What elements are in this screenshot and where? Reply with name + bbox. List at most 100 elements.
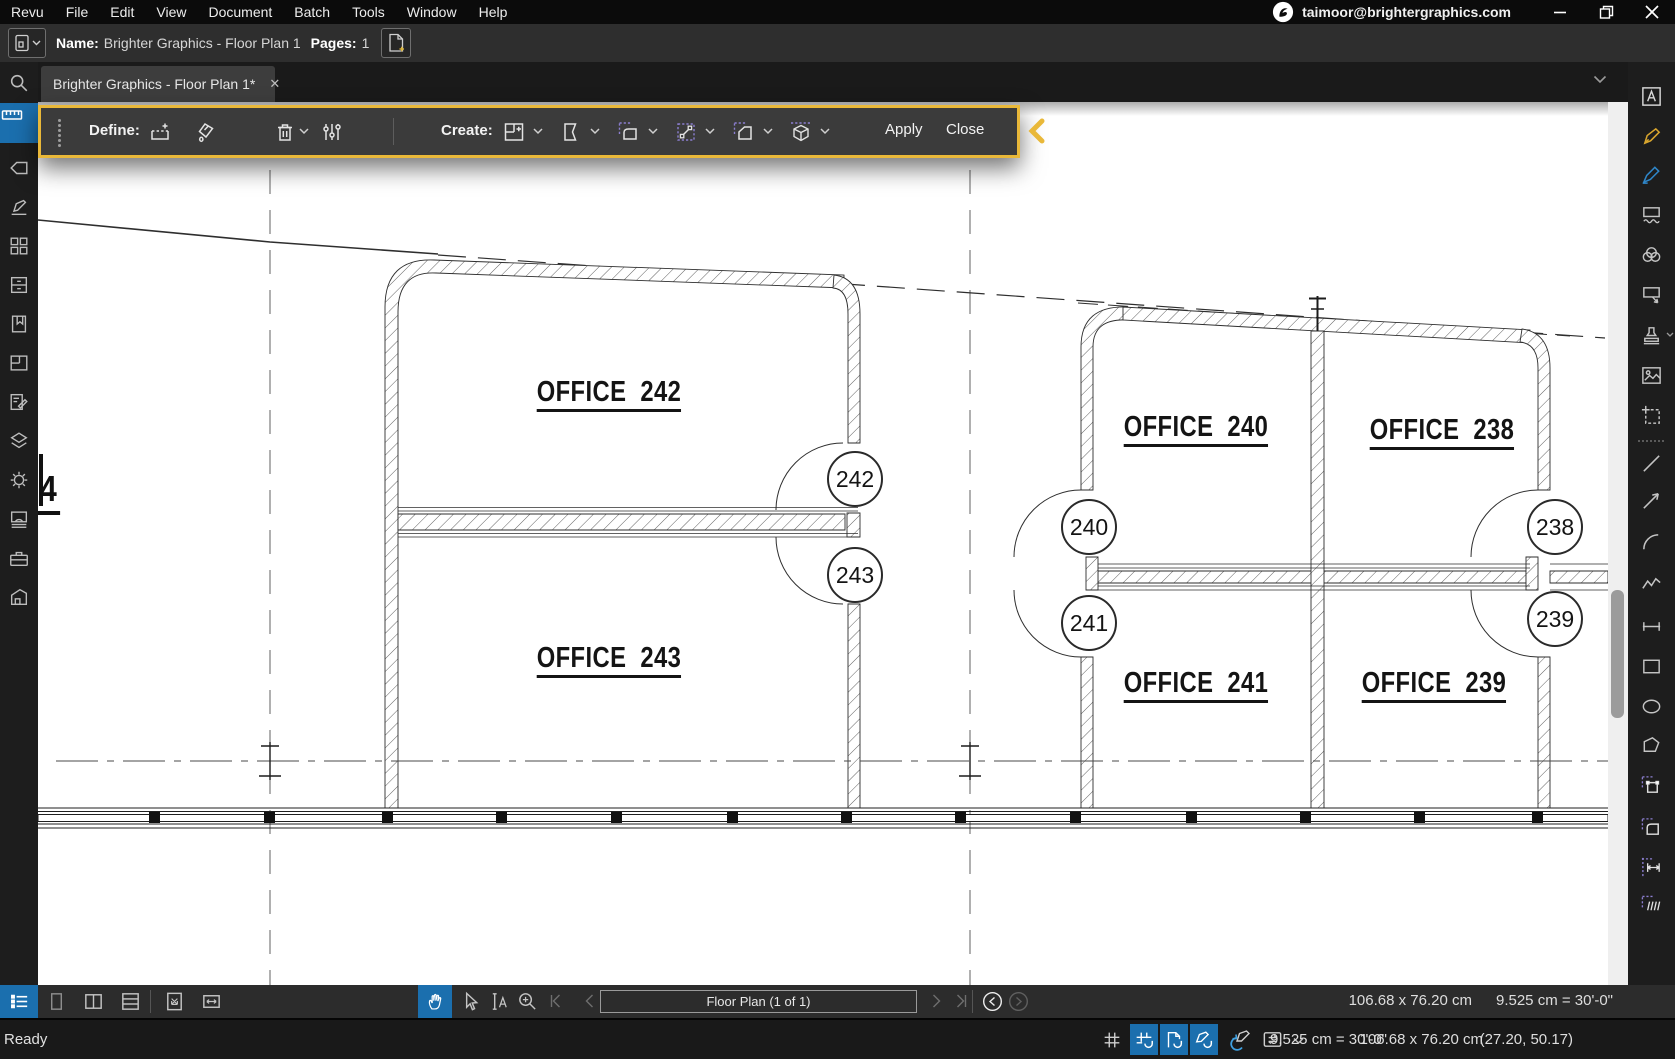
- signature-pen-icon[interactable]: [8, 196, 30, 218]
- create-area-button[interactable]: [614, 118, 644, 146]
- zoom-tool-icon[interactable]: [516, 990, 539, 1013]
- next-view-icon[interactable]: [1008, 991, 1029, 1012]
- toolbox-icon[interactable]: [8, 547, 30, 569]
- first-page-icon[interactable]: [548, 993, 564, 1009]
- tab-close-icon[interactable]: ✕: [269, 76, 280, 92]
- close-button[interactable]: [1629, 0, 1675, 24]
- document-menu-button[interactable]: [8, 28, 46, 58]
- page-indicator[interactable]: Floor Plan (1 of 1): [600, 990, 917, 1013]
- fit-width-icon[interactable]: [200, 990, 223, 1013]
- line-tool-icon[interactable]: [1640, 452, 1663, 475]
- markup-list-toggle[interactable]: [0, 985, 38, 1018]
- single-page-view-icon[interactable]: [45, 990, 68, 1013]
- vertical-scrollbar[interactable]: [1608, 102, 1628, 985]
- search-icon[interactable]: [8, 72, 30, 94]
- ellipse-tool-icon[interactable]: [1640, 695, 1663, 718]
- pen-tool-icon[interactable]: [1640, 125, 1663, 148]
- bookmarks-icon[interactable]: [8, 313, 30, 335]
- minimize-button[interactable]: [1537, 0, 1583, 24]
- polygon-tool-icon[interactable]: [1640, 734, 1663, 757]
- area-measure-icon[interactable]: [1640, 816, 1663, 839]
- pan-tool-active[interactable]: [418, 985, 452, 1018]
- settings-gear-icon[interactable]: [8, 469, 30, 491]
- filter-settings-button[interactable]: [317, 118, 347, 146]
- create-area-cutout-button[interactable]: [729, 118, 759, 146]
- arc-tool-icon[interactable]: [1640, 531, 1663, 554]
- apply-button[interactable]: Apply: [885, 121, 923, 138]
- snap-to-grid-toggle[interactable]: [1130, 1024, 1158, 1055]
- create-dynamic-fill-chevron-icon[interactable]: [705, 128, 715, 135]
- last-page-icon[interactable]: [953, 993, 969, 1009]
- next-page-icon[interactable]: [928, 993, 944, 1009]
- file-access-icon[interactable]: [8, 274, 30, 296]
- tab-floor-plan[interactable]: Brighter Graphics - Floor Plan 1* ✕: [41, 66, 275, 102]
- side-by-side-view-icon[interactable]: [82, 990, 105, 1013]
- thumbnails-icon[interactable]: [8, 235, 30, 257]
- highlighter-tool-icon[interactable]: [1640, 163, 1663, 186]
- polyline-tool-icon[interactable]: [1640, 573, 1663, 596]
- select-text-tool-icon[interactable]: [488, 990, 511, 1013]
- menu-document[interactable]: Document: [197, 4, 283, 20]
- create-polygon-chevron-icon[interactable]: [590, 128, 600, 135]
- rectangle-tool-icon[interactable]: [1640, 655, 1663, 678]
- measurements-panel-active[interactable]: [0, 103, 38, 143]
- cloud-tool-icon[interactable]: [1640, 244, 1663, 267]
- spaces-icon[interactable]: [8, 352, 30, 374]
- menu-view[interactable]: View: [145, 4, 197, 20]
- menu-edit[interactable]: Edit: [99, 4, 145, 20]
- stamp-tool-icon[interactable]: [1640, 324, 1663, 347]
- text-box-tool-icon[interactable]: [1640, 85, 1663, 108]
- properties-tag-icon[interactable]: [8, 157, 30, 179]
- insert-page-button[interactable]: [381, 28, 411, 58]
- snap-to-markup-toggle[interactable]: [1190, 1024, 1218, 1055]
- pdf-canvas[interactable]: [38, 102, 1608, 985]
- select-tool-icon[interactable]: [459, 990, 482, 1013]
- create-space-button[interactable]: [499, 118, 529, 146]
- scrollbar-thumb[interactable]: [1611, 590, 1624, 718]
- dimension-tool-icon[interactable]: [1640, 615, 1663, 638]
- close-toolbar-button[interactable]: Close: [946, 121, 984, 138]
- squiggly-tool-icon[interactable]: [1640, 204, 1663, 227]
- perimeter-measure-icon[interactable]: [1640, 774, 1663, 797]
- delete-button[interactable]: [270, 118, 300, 146]
- menu-tools[interactable]: Tools: [341, 4, 396, 20]
- markups-list-icon[interactable]: [8, 391, 30, 413]
- restore-button[interactable]: [1583, 0, 1629, 24]
- create-area-cutout-chevron-icon[interactable]: [763, 128, 773, 135]
- track-markup-toggle[interactable]: [1226, 1024, 1254, 1055]
- fit-page-icon[interactable]: [163, 990, 186, 1013]
- create-volume-chevron-icon[interactable]: [820, 128, 830, 135]
- menu-batch[interactable]: Batch: [283, 4, 341, 20]
- image-tool-icon[interactable]: [1640, 364, 1663, 387]
- arrow-tool-icon[interactable]: [1640, 489, 1663, 512]
- scanner-icon[interactable]: [8, 508, 30, 530]
- menu-file[interactable]: File: [55, 4, 100, 20]
- length-measure-icon[interactable]: [1640, 856, 1663, 879]
- menu-window[interactable]: Window: [396, 4, 468, 20]
- grid-toggle[interactable]: [1098, 1024, 1126, 1055]
- create-dynamic-fill-button[interactable]: [671, 118, 701, 146]
- create-volume-button[interactable]: [786, 118, 816, 146]
- tab-list-chevron-icon[interactable]: [1593, 75, 1607, 84]
- area-icon: [617, 120, 641, 144]
- create-area-chevron-icon[interactable]: [648, 128, 658, 135]
- format-painter-button[interactable]: [192, 118, 222, 146]
- create-polygon-button[interactable]: [556, 118, 586, 146]
- stamp-chevron-icon[interactable]: [1666, 332, 1674, 338]
- delete-chevron-icon[interactable]: [299, 128, 309, 135]
- previous-page-icon[interactable]: [582, 993, 598, 1009]
- callout-tool-icon[interactable]: [1640, 284, 1663, 307]
- create-space-chevron-icon[interactable]: [533, 128, 543, 135]
- define-space-button[interactable]: [145, 118, 175, 146]
- menu-help[interactable]: Help: [468, 4, 519, 20]
- previous-view-icon[interactable]: [982, 991, 1003, 1012]
- stacked-view-icon[interactable]: [119, 990, 142, 1013]
- count-measure-icon[interactable]: [1640, 894, 1663, 917]
- layers-icon[interactable]: [8, 430, 30, 452]
- snapshot-tool-icon[interactable]: [1640, 404, 1663, 427]
- toolbar-drag-handle[interactable]: [58, 119, 61, 122]
- snap-to-content-toggle[interactable]: [1160, 1024, 1188, 1055]
- toolbar-collapse-arrow-icon[interactable]: [1028, 118, 1046, 144]
- menu-revu[interactable]: Revu: [0, 4, 55, 20]
- studio-icon[interactable]: [8, 586, 30, 608]
